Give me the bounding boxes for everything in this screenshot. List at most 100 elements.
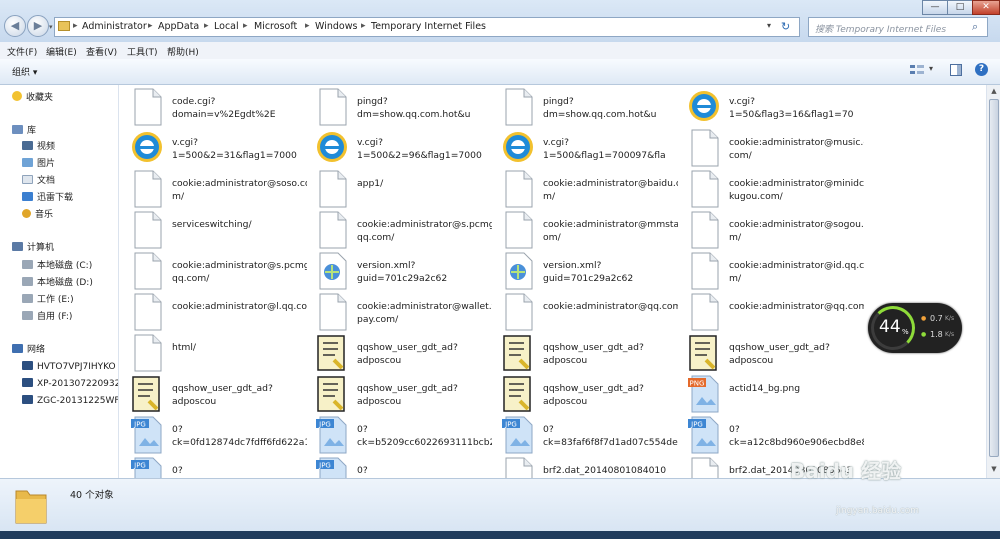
scroll-thumb[interactable]: [989, 99, 999, 457]
file-item[interactable]: v.cgi?1=50&flag3=16&flag1=70 0130&flag2=…: [680, 88, 860, 128]
file-item[interactable]: cookie:administrator@s.pcmgr. qq.com/: [123, 252, 307, 292]
file-item[interactable]: code.cgi?domain=v%2Egdt%2E qq%2Ecom&type…: [123, 88, 303, 128]
nav-network[interactable]: 网络: [12, 343, 45, 357]
nav-libraries[interactable]: 库: [12, 124, 36, 138]
svg-text:JPG: JPG: [318, 462, 331, 470]
file-item[interactable]: qqshow_user_gdt_ad?adposcou nt=1&freshin…: [123, 375, 303, 415]
file-item[interactable]: cookie:administrator@sogou.co m/: [680, 211, 864, 251]
breadcrumb-administrator[interactable]: Administrator: [82, 21, 147, 32]
file-item[interactable]: cookie:administrator@qq.com/: [680, 293, 864, 333]
file-item[interactable]: cookie:administrator@baidu.co m/: [494, 170, 678, 210]
document-icon: [316, 293, 348, 331]
breadcrumb-local[interactable]: Local: [214, 21, 239, 32]
nav-library-music[interactable]: 音乐: [22, 208, 53, 222]
file-item[interactable]: pingd?dm=show.qq.com.hot&u rl=&tt=qq%u79…: [494, 88, 674, 128]
organize-button[interactable]: 组织 ▾: [12, 65, 37, 78]
file-item[interactable]: version.xml?guid=701c29a2c62 a5fb76f9dd7…: [494, 252, 674, 292]
file-item[interactable]: JPG 0?ck=8f7f60a3198d6a85637482 157628723…: [308, 457, 488, 478]
back-button[interactable]: ◀: [4, 15, 26, 37]
file-item[interactable]: cookie:administrator@wallet.ten pay.com/: [308, 293, 492, 333]
nav-drive-c[interactable]: 本地磁盘 (C:): [22, 259, 92, 273]
file-item[interactable]: cookie:administrator@qq.com/: [494, 293, 678, 333]
download-arrow-icon: ●: [921, 331, 927, 338]
file-item[interactable]: html/: [123, 334, 303, 374]
forward-button[interactable]: ▶: [27, 15, 49, 37]
file-item[interactable]: qqshow_user_gdt_ad?adposcou nt=1&freshin…: [308, 375, 488, 415]
vertical-scrollbar[interactable]: ▲ ▼: [986, 85, 1000, 478]
menu-file[interactable]: 文件(F): [7, 45, 37, 58]
menu-edit[interactable]: 编辑(E): [46, 45, 77, 58]
file-item[interactable]: PNG actid14_bg.png: [680, 375, 860, 415]
file-item[interactable]: cookie:administrator@minidcsc. kugou.com…: [680, 170, 864, 210]
computer-icon: [22, 361, 33, 370]
document-icon: [688, 293, 720, 331]
file-item[interactable]: brf2.dat_20140801084010: [494, 457, 674, 478]
search-input[interactable]: 搜索 Temporary Internet Files: [815, 22, 946, 35]
file-item[interactable]: pingd?dm=show.qq.com.hot&u rl=&tt=qq%u79…: [308, 88, 488, 128]
menu-tools[interactable]: 工具(T): [127, 45, 158, 58]
file-item[interactable]: cookie:administrator@music.qq. com/: [680, 129, 864, 169]
address-bar[interactable]: ▸ Administrator ▸ AppData ▸ Local ▸ Micr…: [54, 17, 800, 37]
file-item[interactable]: v.cgi?1=500&2=96&flag1=7000 19&flag2=1: [308, 129, 488, 169]
upload-arrow-icon: ●: [921, 315, 927, 322]
file-item[interactable]: JPG 0?ck=83faf6f8f7d1ad07c554de8 20e1248a…: [494, 416, 678, 456]
help-icon[interactable]: ?: [975, 63, 988, 76]
nav-library-thunder-downloads[interactable]: 迅雷下载: [22, 191, 73, 205]
breadcrumb-temporary-internet-files[interactable]: Temporary Internet Files: [371, 21, 486, 32]
close-button[interactable]: ✕: [972, 0, 1000, 15]
xml-icon: [316, 252, 348, 290]
document-icon: [502, 88, 534, 126]
nav-drive-f[interactable]: 自用 (F:): [22, 310, 72, 324]
nav-network-host[interactable]: HVTO7VPJ7IHYKO: [22, 360, 116, 374]
refresh-icon[interactable]: ↻: [781, 20, 790, 33]
document-icon: [22, 175, 33, 184]
menu-help[interactable]: 帮助(H): [167, 45, 199, 58]
breadcrumb-separator: ▸: [204, 21, 209, 31]
file-item[interactable]: cookie:administrator@id.qq.co m/: [680, 252, 864, 292]
file-item[interactable]: JPG 0?ck=0fd12874dc7fdff6fd622a1 aa066e95…: [123, 416, 307, 456]
search-icon[interactable]: ⌕: [972, 20, 978, 34]
nav-network-host[interactable]: ZGC-20131225WFI: [22, 394, 118, 408]
preview-pane-icon[interactable]: [950, 64, 962, 76]
view-options-icon[interactable]: [910, 64, 924, 76]
nav-drive-e[interactable]: 工作 (E:): [22, 293, 74, 307]
search-box[interactable]: 搜索 Temporary Internet Files ⌕: [808, 17, 988, 37]
nav-computer[interactable]: 计算机: [12, 241, 54, 255]
maximize-button[interactable]: □: [947, 0, 973, 15]
file-name: brf2.dat_20140801084010: [543, 465, 667, 476]
file-item[interactable]: qqshow_user_gdt_ad?adposcou nt=1&freshin…: [494, 334, 674, 374]
file-item[interactable]: JPG 0?ck=a6e38cd5c2c914dedfa490 8682f313a…: [123, 457, 303, 478]
file-item[interactable]: JPG 0?ck=b5209cc6022693111bcb2 054372b7b1…: [308, 416, 492, 456]
file-item[interactable]: v.cgi?1=500&flag1=700097&fla g2=1: [494, 129, 674, 169]
nav-library-pictures[interactable]: 图片: [22, 157, 55, 171]
menu-view[interactable]: 查看(V): [86, 45, 117, 58]
nav-library-videos[interactable]: 视频: [22, 140, 55, 154]
recent-pages-dropdown[interactable]: ▾: [49, 23, 53, 31]
file-item[interactable]: cookie:administrator@l.qq.com/: [123, 293, 307, 333]
file-item[interactable]: qqshow_user_gdt_ad?adposcou nt=1&freshin…: [308, 334, 488, 374]
file-item[interactable]: serviceswitching/: [123, 211, 303, 251]
file-item[interactable]: cookie:administrator@soso.co m/: [123, 170, 307, 210]
nav-network-host[interactable]: XP-201307220932: [22, 377, 118, 391]
address-dropdown-icon[interactable]: ▾: [767, 21, 771, 30]
minimize-button[interactable]: —: [922, 0, 948, 15]
file-item[interactable]: v.cgi?1=500&2=31&flag1=7000 19&flag2=1: [123, 129, 303, 169]
svg-text:PNG: PNG: [690, 380, 705, 388]
nav-drive-d[interactable]: 本地磁盘 (D:): [22, 276, 93, 290]
file-item[interactable]: qqshow_user_gdt_ad?adposcou nt=1&freshin…: [680, 334, 860, 374]
view-dropdown-icon[interactable]: ▾: [929, 64, 933, 73]
file-item[interactable]: JPG 0?ck=a12c8bd960e906ecbd8e8 ce397d7bfd…: [680, 416, 864, 456]
breadcrumb-appdata[interactable]: AppData: [158, 21, 199, 32]
nav-favorites[interactable]: 收藏夹: [12, 91, 53, 105]
file-item[interactable]: cookie:administrator@s.pcmgr. qq.com/: [308, 211, 492, 251]
breadcrumb-windows[interactable]: Windows: [315, 21, 357, 32]
file-item[interactable]: version.xml?guid=701c29a2c62 a5fb76f9dd7…: [308, 252, 488, 292]
scroll-down-arrow[interactable]: ▼: [989, 465, 999, 475]
file-item[interactable]: cookie:administrator@mmstat.c om/: [494, 211, 678, 251]
file-item[interactable]: app1/: [308, 170, 488, 210]
file-item[interactable]: qqshow_user_gdt_ad?adposcou nt=1&freshin…: [494, 375, 674, 415]
breadcrumb-microsoft[interactable]: Microsoft: [254, 21, 297, 32]
network-speed-widget[interactable]: 44 % ● 0.7 K/s ● 1.8 K/s: [868, 303, 962, 353]
scroll-up-arrow[interactable]: ▲: [989, 87, 999, 97]
nav-library-documents[interactable]: 文档: [22, 174, 55, 188]
